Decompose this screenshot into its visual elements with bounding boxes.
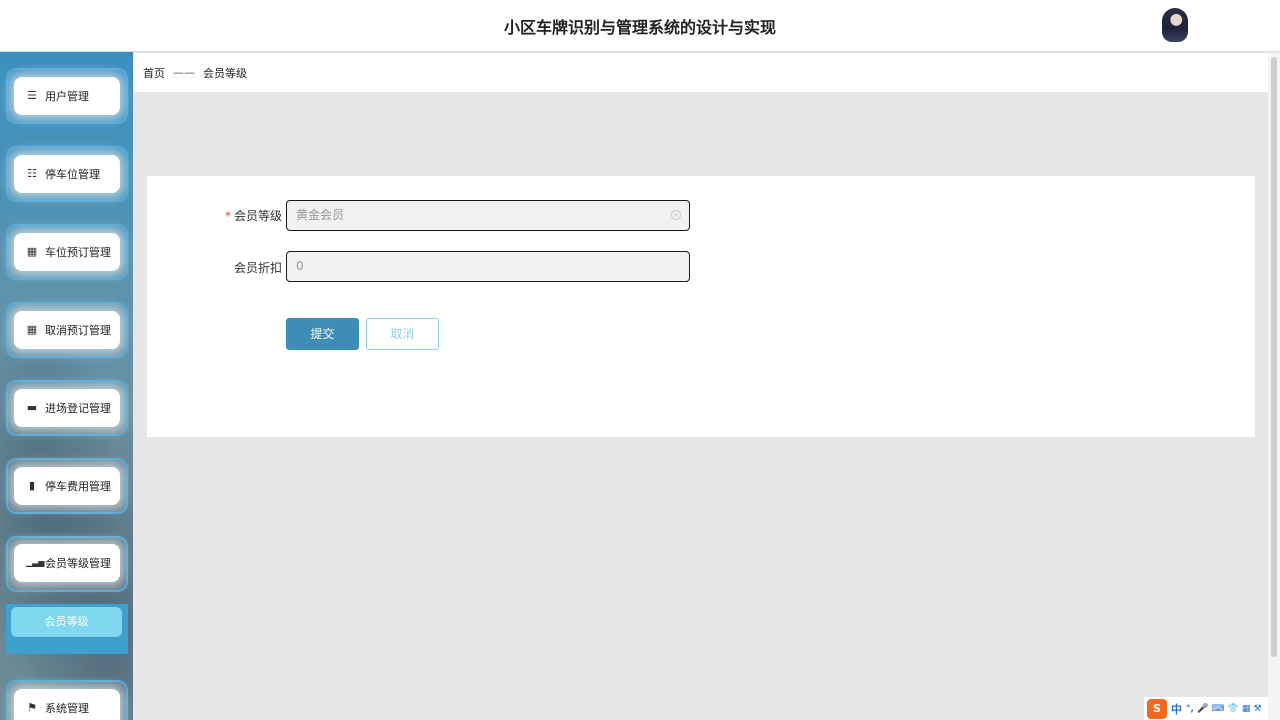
page-scrollbar[interactable] bbox=[1268, 53, 1280, 720]
form-panel: * 会员等级 黄金会员 × 会员折扣 0 提交 取消 bbox=[147, 176, 1255, 437]
flag-icon: ⚑ bbox=[27, 701, 37, 714]
clear-icon[interactable]: × bbox=[671, 210, 681, 220]
sidebar-item-label: 会员等级管理 bbox=[45, 557, 111, 570]
required-mark: * bbox=[224, 209, 231, 223]
avatar[interactable] bbox=[1162, 8, 1188, 42]
sidebar-item-label: 进场登记管理 bbox=[45, 402, 111, 415]
list-icon: ☰ bbox=[27, 89, 37, 102]
member-discount-value: 0 bbox=[296, 259, 304, 273]
sidebar-item-label: 停车费用管理 bbox=[45, 480, 111, 493]
member-discount-input[interactable]: 0 bbox=[286, 251, 690, 282]
bar-chart-icon: ▁▃▅ bbox=[26, 558, 45, 567]
ime-tools-icon[interactable]: °, 🎤 ⌨ 👕 ▦ ⚒ bbox=[1186, 704, 1262, 714]
sidebar-item-label: 停车位管理 bbox=[45, 168, 100, 181]
sidebar-item-cancel-booking[interactable]: ▦ 取消预订管理 bbox=[14, 311, 120, 349]
sidebar-item-label: 用户管理 bbox=[45, 90, 89, 103]
ime-language-indicator[interactable]: 中 bbox=[1171, 701, 1182, 717]
sidebar-item-membership-levels[interactable]: ▁▃▅ 会员等级管理 bbox=[14, 544, 120, 582]
message-icon: ▬ bbox=[26, 401, 38, 414]
submit-button[interactable]: 提交 bbox=[286, 318, 359, 350]
sidebar-item-parking-spaces[interactable]: ☷ 停车位管理 bbox=[14, 155, 120, 193]
document-icon: ▮ bbox=[28, 479, 36, 492]
sidebar-item-label: 取消预订管理 bbox=[45, 324, 111, 337]
member-level-value: 黄金会员 bbox=[296, 208, 345, 222]
app-title: 小区车牌识别与管理系统的设计与实现 bbox=[503, 18, 776, 37]
sidebar-item-label: 车位预订管理 bbox=[45, 246, 111, 259]
top-header: 小区车牌识别与管理系统的设计与实现 bbox=[0, 0, 1280, 52]
breadcrumb: 首页 —— 会员等级 bbox=[134, 53, 1268, 92]
sidebar-item-parking-fees[interactable]: ▮ 停车费用管理 bbox=[14, 467, 120, 505]
breadcrumb-current: 会员等级 bbox=[203, 66, 247, 80]
grid-icon: ▦ bbox=[26, 323, 38, 336]
sliders-icon: ☷ bbox=[27, 167, 37, 180]
grid-icon: ▦ bbox=[26, 245, 38, 258]
sidebar: ☰ 用户管理 ☷ 停车位管理 ▦ 车位预订管理 ▦ 取消预订管理 ▬ 进场登记管… bbox=[0, 52, 133, 720]
member-discount-label: 会员折扣 bbox=[233, 261, 282, 275]
ime-toolbar: S 中 °, 🎤 ⌨ 👕 ▦ ⚒ bbox=[1144, 697, 1268, 720]
sidebar-item-space-booking[interactable]: ▦ 车位预订管理 bbox=[14, 233, 120, 271]
member-level-input[interactable]: 黄金会员 × bbox=[286, 200, 690, 231]
ime-logo-icon[interactable]: S bbox=[1147, 698, 1167, 719]
breadcrumb-separator: —— bbox=[173, 66, 195, 79]
submenu-item-membership-level[interactable]: 会员等级 bbox=[11, 607, 122, 637]
sidebar-item-label: 系统管理 bbox=[45, 702, 89, 715]
scrollbar-thumb[interactable] bbox=[1271, 57, 1277, 657]
cancel-button[interactable]: 取消 bbox=[366, 318, 439, 350]
member-level-label: * 会员等级 bbox=[224, 209, 282, 223]
sidebar-item-users[interactable]: ☰ 用户管理 bbox=[14, 77, 120, 115]
breadcrumb-home[interactable]: 首页 bbox=[143, 65, 165, 81]
sidebar-item-system[interactable]: ⚑ 系统管理 bbox=[14, 689, 120, 720]
sidebar-item-entry-registration[interactable]: ▬ 进场登记管理 bbox=[14, 389, 120, 427]
